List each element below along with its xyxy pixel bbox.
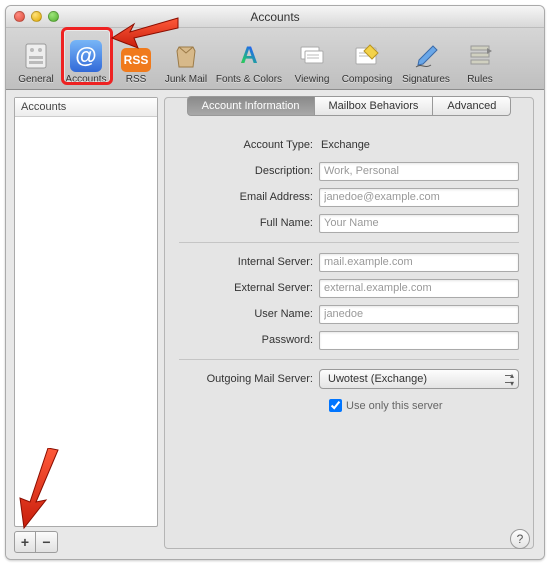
remove-account-button[interactable]: −: [36, 531, 58, 553]
sidebar: Accounts + −: [6, 91, 164, 559]
window-title: Accounts: [6, 10, 544, 24]
general-icon: [20, 40, 52, 72]
toolbar-item-composing[interactable]: Composing: [338, 38, 396, 87]
external-server-input[interactable]: [319, 279, 519, 298]
outgoing-server-value: Uwotest (Exchange): [328, 373, 427, 385]
chevron-updown-icon: ▴▾: [510, 372, 514, 388]
external-server-label: External Server:: [179, 282, 319, 294]
toolbar-label: Fonts & Colors: [216, 74, 282, 85]
toolbar-item-signatures[interactable]: Signatures: [398, 38, 454, 87]
outgoing-server-label: Outgoing Mail Server:: [179, 373, 319, 385]
description-input[interactable]: [319, 162, 519, 181]
add-account-button[interactable]: +: [14, 531, 36, 553]
toolbar-item-viewing[interactable]: Viewing: [288, 38, 336, 87]
accounts-list[interactable]: Accounts: [14, 97, 158, 527]
fonts-colors-icon: A: [233, 40, 265, 72]
toolbar-item-accounts[interactable]: @ Accounts: [62, 38, 110, 87]
use-only-label: Use only this server: [346, 400, 443, 412]
account-type-label: Account Type:: [179, 139, 319, 151]
internal-server-label: Internal Server:: [179, 256, 319, 268]
account-panel: Account Information Mailbox Behaviors Ad…: [164, 97, 534, 549]
password-label: Password:: [179, 334, 319, 346]
tab-advanced[interactable]: Advanced: [433, 96, 511, 116]
toolbar-label: RSS: [126, 74, 147, 85]
use-only-row: Use only this server: [179, 396, 519, 415]
toolbar-item-general[interactable]: General: [12, 38, 60, 87]
use-only-checkbox[interactable]: [329, 399, 342, 412]
email-input[interactable]: [319, 188, 519, 207]
toolbar-label: Rules: [467, 74, 493, 85]
account-type-value: Exchange: [319, 139, 370, 151]
sidebar-footer: + −: [14, 531, 158, 553]
toolbar-label: Viewing: [295, 74, 330, 85]
description-label: Description:: [179, 165, 319, 177]
fullname-label: Full Name:: [179, 217, 319, 229]
toolbar: General @ Accounts RSS RSS Junk Mail A F…: [6, 28, 544, 90]
preferences-window: Accounts General @ Accounts RSS RSS: [5, 5, 545, 560]
help-icon: ?: [517, 532, 524, 546]
titlebar: Accounts: [6, 6, 544, 28]
toolbar-label: Accounts: [65, 74, 106, 85]
rules-icon: [464, 40, 496, 72]
toolbar-item-rules[interactable]: Rules: [456, 38, 504, 87]
plus-icon: +: [21, 534, 29, 550]
toolbar-label: General: [18, 74, 54, 85]
toolbar-item-junkmail[interactable]: Junk Mail: [162, 38, 210, 87]
help-button[interactable]: ?: [510, 529, 530, 549]
username-input[interactable]: [319, 305, 519, 324]
password-input[interactable]: [319, 331, 519, 350]
toolbar-item-fonts-colors[interactable]: A Fonts & Colors: [212, 38, 286, 87]
signatures-icon: [410, 40, 442, 72]
outgoing-server-popup[interactable]: Uwotest (Exchange) ▴▾: [319, 369, 519, 389]
at-sign-icon: @: [70, 40, 102, 72]
divider: [179, 359, 519, 360]
email-label: Email Address:: [179, 191, 319, 203]
divider: [179, 242, 519, 243]
tab-mailbox-behaviors[interactable]: Mailbox Behaviors: [315, 96, 434, 116]
account-form: Account Type: Exchange Description: Emai…: [165, 126, 533, 421]
internal-server-input[interactable]: [319, 253, 519, 272]
junk-mail-icon: [170, 40, 202, 72]
rss-icon: RSS: [121, 48, 151, 72]
panel-tabs: Account Information Mailbox Behaviors Ad…: [165, 96, 533, 116]
fullname-input[interactable]: [319, 214, 519, 233]
toolbar-label: Junk Mail: [165, 74, 207, 85]
accounts-list-header: Accounts: [15, 98, 157, 117]
window-body: Accounts + − Account Information Mailbox…: [6, 91, 544, 559]
viewing-icon: [296, 40, 328, 72]
toolbar-label: Signatures: [402, 74, 450, 85]
toolbar-item-rss[interactable]: RSS RSS: [112, 42, 160, 87]
composing-icon: [351, 40, 383, 72]
minus-icon: −: [42, 534, 50, 550]
main-panel: Account Information Mailbox Behaviors Ad…: [164, 91, 544, 559]
username-label: User Name:: [179, 308, 319, 320]
toolbar-label: Composing: [342, 74, 393, 85]
tab-account-information[interactable]: Account Information: [187, 96, 315, 116]
